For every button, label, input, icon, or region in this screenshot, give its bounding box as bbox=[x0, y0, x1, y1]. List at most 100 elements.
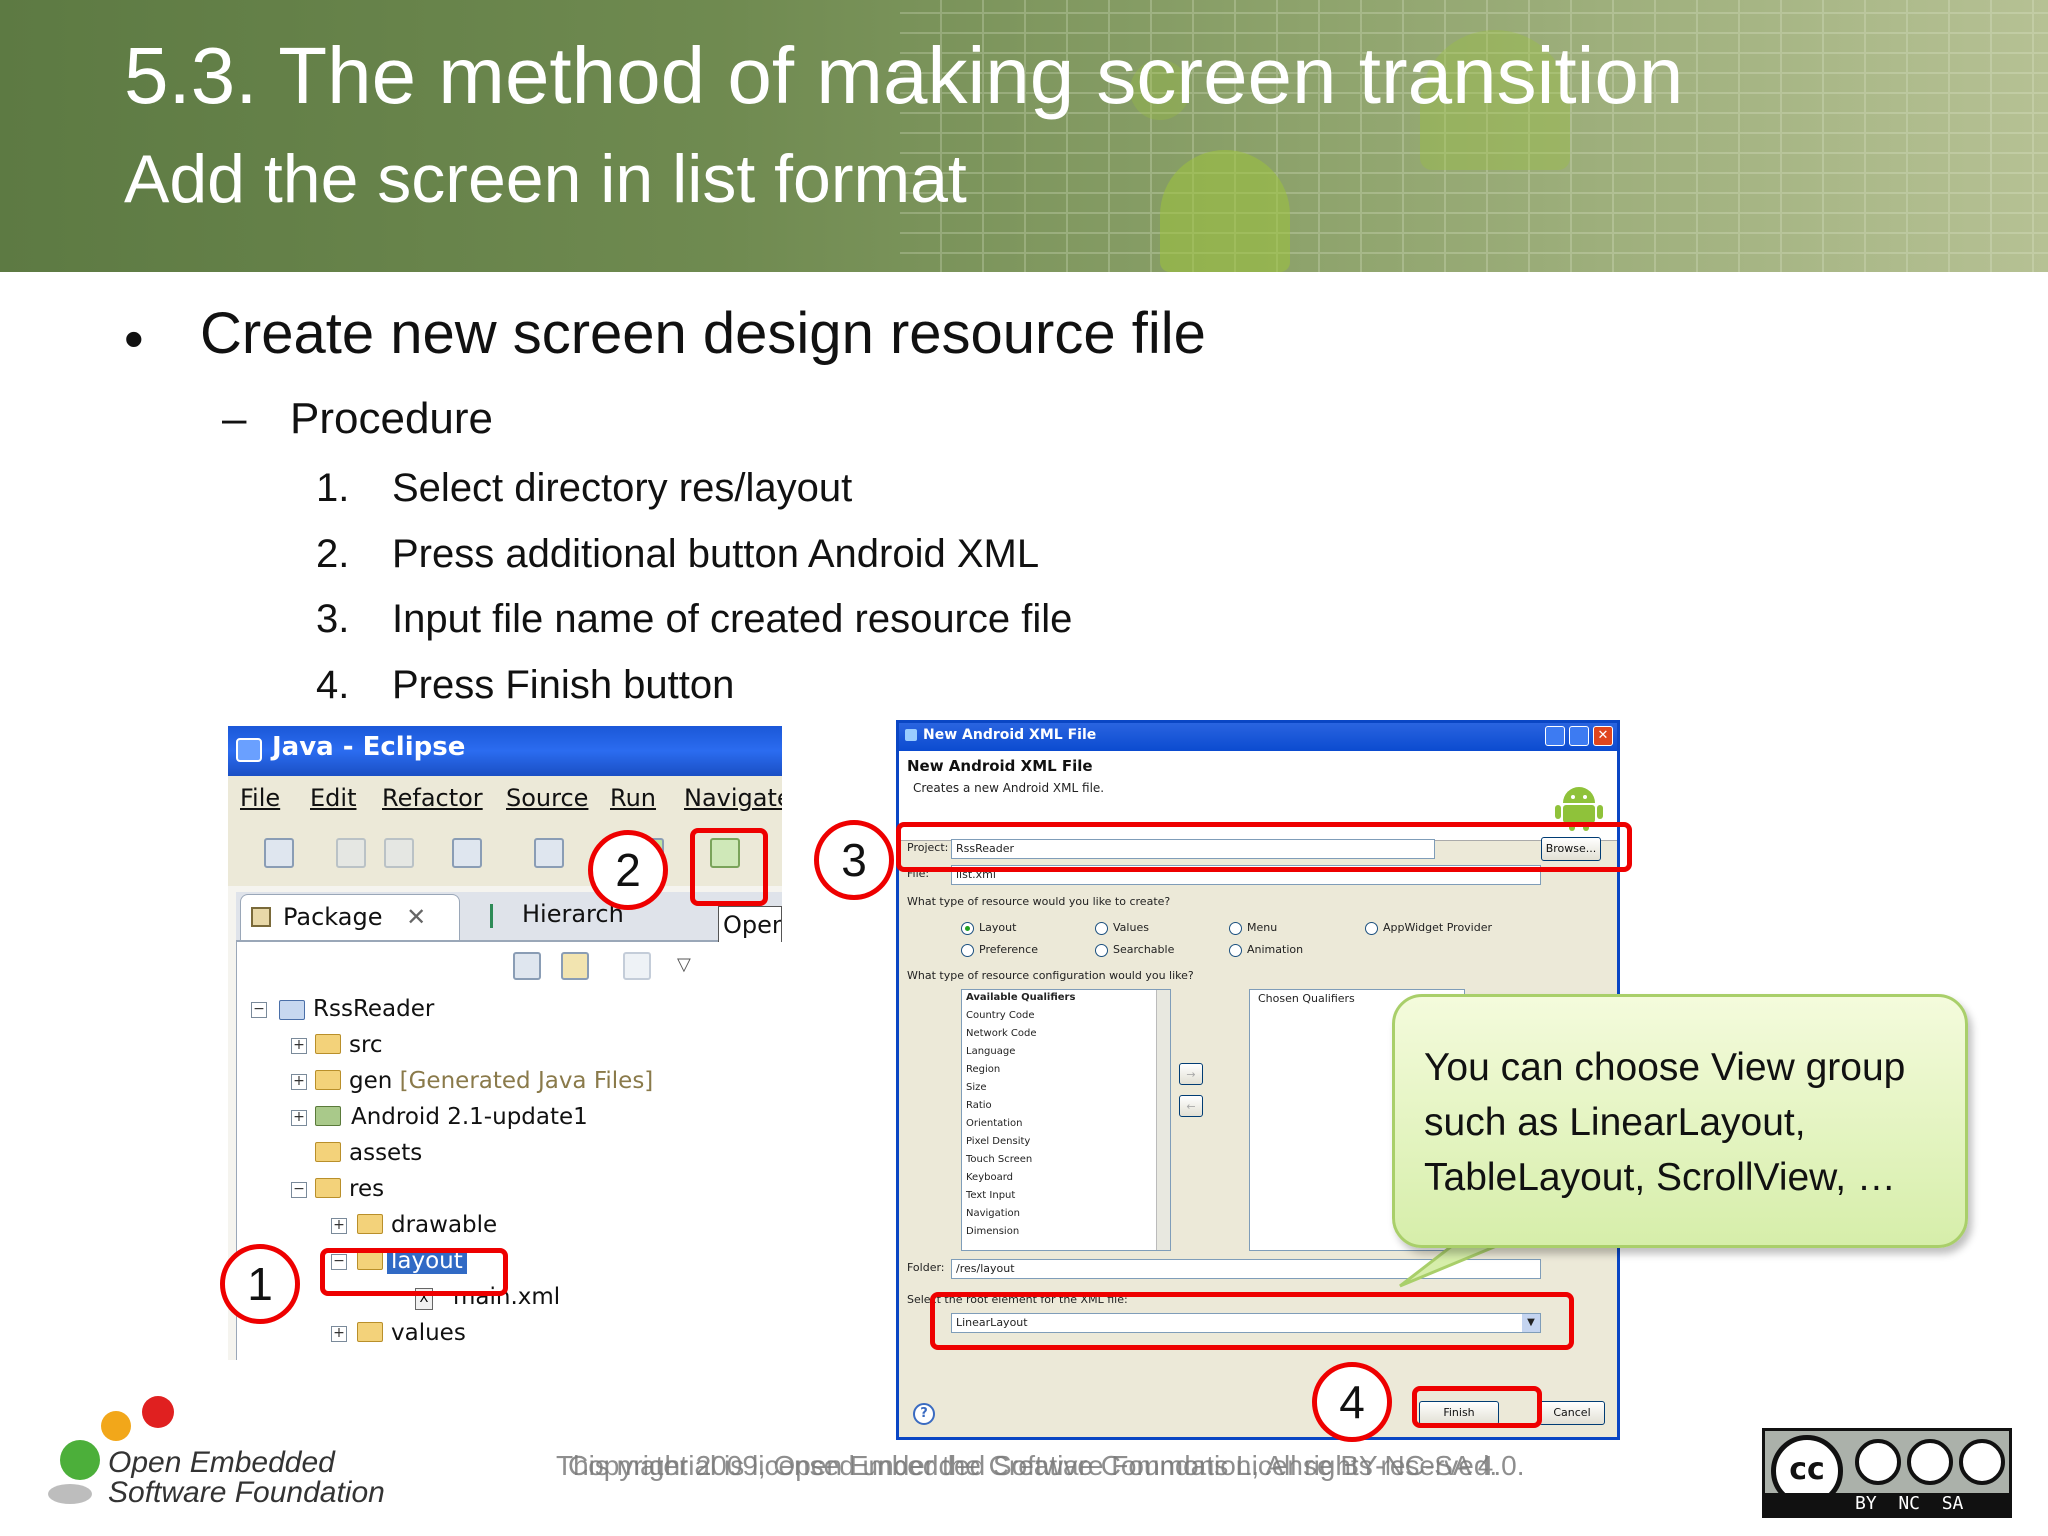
logo-line-2: Software Foundation bbox=[108, 1476, 385, 1509]
qualifier-scrollbar[interactable] bbox=[1156, 990, 1170, 1250]
collapse-toggle-icon[interactable]: − bbox=[291, 1182, 307, 1198]
qualifier-item[interactable]: Region bbox=[966, 1064, 1000, 1075]
step-text: Select directory res/layout bbox=[392, 466, 853, 510]
eclipse-title-bar: Java - Eclipse bbox=[228, 726, 782, 776]
print-icon[interactable] bbox=[384, 838, 414, 868]
package-explorer-icon bbox=[251, 907, 271, 927]
highlight-file-input bbox=[896, 822, 1632, 872]
radio-appwidget-provider[interactable]: AppWidget Provider bbox=[1365, 921, 1492, 935]
menu-run[interactable]: Run bbox=[610, 784, 656, 812]
tree-item-android-lib[interactable]: Android 2.1-update1 bbox=[351, 1104, 588, 1130]
eclipse-menu-bar: File Edit Refactor Source Run Navigate bbox=[228, 776, 782, 820]
tree-item-src[interactable]: src bbox=[349, 1032, 383, 1058]
add-qualifier-button[interactable]: → bbox=[1179, 1063, 1203, 1085]
qualifier-item[interactable]: Country Code bbox=[966, 1010, 1035, 1021]
tab-package-explorer[interactable]: Package ✕ bbox=[240, 894, 460, 940]
tree-item-gen[interactable]: gen [Generated Java Files] bbox=[349, 1068, 653, 1094]
new-wizard-icon[interactable] bbox=[264, 838, 294, 868]
help-icon[interactable]: ? bbox=[913, 1403, 935, 1425]
filter-icon[interactable] bbox=[623, 952, 651, 980]
highlight-finish-button bbox=[1412, 1386, 1542, 1428]
expand-toggle-icon[interactable]: + bbox=[291, 1038, 307, 1054]
noncommercial-icon bbox=[1907, 1439, 1953, 1485]
tab-package-label: Package bbox=[283, 903, 383, 931]
highlight-android-xml-button bbox=[690, 828, 768, 906]
tree-item-values[interactable]: values bbox=[391, 1320, 466, 1346]
close-icon[interactable]: ✕ bbox=[1593, 726, 1613, 746]
expand-toggle-icon[interactable]: + bbox=[331, 1218, 347, 1234]
save-icon[interactable] bbox=[336, 838, 366, 868]
dialog-window-icon bbox=[905, 729, 917, 741]
project-icon bbox=[279, 1000, 305, 1020]
qualifier-item[interactable]: Touch Screen bbox=[966, 1154, 1032, 1165]
logo-line-1: Open Embedded bbox=[108, 1446, 335, 1479]
step-number: 4. bbox=[316, 663, 350, 707]
qualifier-item[interactable]: Pixel Density bbox=[966, 1136, 1030, 1147]
link-editor-icon[interactable] bbox=[561, 952, 589, 980]
tree-item-drawable[interactable]: drawable bbox=[391, 1212, 497, 1238]
radio-searchable[interactable]: Searchable bbox=[1095, 943, 1174, 957]
resource-type-question: What type of resource would you like to … bbox=[907, 895, 1171, 908]
available-qualifiers-list[interactable]: Available Qualifiers Country Code Networ… bbox=[961, 989, 1171, 1251]
bullet-marker: • bbox=[124, 307, 144, 370]
download-icon[interactable] bbox=[534, 838, 564, 868]
annotation-marker-1: 1 bbox=[220, 1244, 300, 1324]
folder-icon bbox=[315, 1178, 341, 1198]
radio-preference[interactable]: Preference bbox=[961, 943, 1038, 957]
collapse-toggle-icon[interactable]: − bbox=[251, 1002, 267, 1018]
menu-navigate[interactable]: Navigate bbox=[684, 784, 782, 812]
radio-animation[interactable]: Animation bbox=[1229, 943, 1303, 957]
menu-refactor[interactable]: Refactor bbox=[382, 784, 483, 812]
library-icon bbox=[315, 1106, 341, 1126]
qualifier-item[interactable]: Text Input bbox=[966, 1190, 1015, 1201]
expand-toggle-icon[interactable]: + bbox=[331, 1326, 347, 1342]
callout-text: You can choose View group such as Linear… bbox=[1424, 1046, 1906, 1199]
tab-hierarchy[interactable]: Hierarch bbox=[486, 900, 624, 928]
qualifier-item[interactable]: Language bbox=[966, 1046, 1015, 1057]
step-number: 2. bbox=[316, 532, 350, 576]
close-icon[interactable]: ✕ bbox=[406, 903, 426, 931]
remove-qualifier-button[interactable]: ← bbox=[1179, 1095, 1203, 1117]
minimize-icon[interactable] bbox=[1545, 726, 1565, 746]
folder-icon bbox=[357, 1214, 383, 1234]
slide-title: 5.3. The method of making screen transit… bbox=[124, 31, 1684, 120]
main-bullet: Create new screen design resource file bbox=[200, 301, 1206, 366]
maximize-icon[interactable] bbox=[1569, 726, 1589, 746]
expand-toggle-icon[interactable]: + bbox=[291, 1110, 307, 1126]
folder-icon bbox=[315, 1142, 341, 1162]
android-robot-graphic bbox=[1160, 150, 1290, 272]
expand-toggle-icon[interactable]: + bbox=[291, 1074, 307, 1090]
sharealike-icon bbox=[1959, 1439, 2005, 1485]
qualifier-item[interactable]: Ratio bbox=[966, 1100, 992, 1111]
annotation-marker-4: 4 bbox=[1312, 1362, 1392, 1442]
radio-values[interactable]: Values bbox=[1095, 921, 1149, 935]
qualifier-item[interactable]: Keyboard bbox=[966, 1172, 1013, 1183]
collapse-all-icon[interactable] bbox=[513, 952, 541, 980]
tree-item-rssreader[interactable]: RssReader bbox=[313, 996, 434, 1022]
dialog-title-bar: New Android XML File ✕ bbox=[899, 723, 1617, 751]
slide-subtitle: Add the screen in list format bbox=[124, 141, 967, 217]
menu-source[interactable]: Source bbox=[506, 784, 588, 812]
oesf-logo-text: Open Embedded Software Foundation bbox=[108, 1448, 385, 1508]
qualifier-item[interactable]: Orientation bbox=[966, 1118, 1022, 1129]
view-menu-chevron-down-icon[interactable]: ▽ bbox=[677, 954, 691, 975]
eclipse-window-icon bbox=[236, 738, 262, 762]
radio-layout[interactable]: Layout bbox=[961, 921, 1016, 935]
cancel-button[interactable]: Cancel bbox=[1539, 1401, 1605, 1425]
tree-item-res[interactable]: res bbox=[349, 1176, 384, 1202]
qualifier-item[interactable]: Navigation bbox=[966, 1208, 1020, 1219]
menu-edit[interactable]: Edit bbox=[310, 784, 356, 812]
highlight-root-element bbox=[930, 1292, 1574, 1350]
radio-menu[interactable]: Menu bbox=[1229, 921, 1277, 935]
qualifier-item[interactable]: Network Code bbox=[966, 1028, 1037, 1039]
menu-file[interactable]: File bbox=[240, 784, 280, 812]
tree-item-assets[interactable]: assets bbox=[349, 1140, 422, 1166]
qualifier-item[interactable]: Size bbox=[966, 1082, 987, 1093]
open-perspective-button[interactable]: Open: bbox=[718, 906, 782, 946]
binary-icon[interactable] bbox=[452, 838, 482, 868]
by-attribution-icon bbox=[1855, 1439, 1901, 1485]
gen-note: [Generated Java Files] bbox=[399, 1068, 654, 1094]
qualifier-item[interactable]: Dimension bbox=[966, 1226, 1019, 1237]
folder-label: Folder: bbox=[907, 1261, 945, 1274]
creative-commons-badge: cc BY NC SA bbox=[1762, 1428, 2012, 1518]
